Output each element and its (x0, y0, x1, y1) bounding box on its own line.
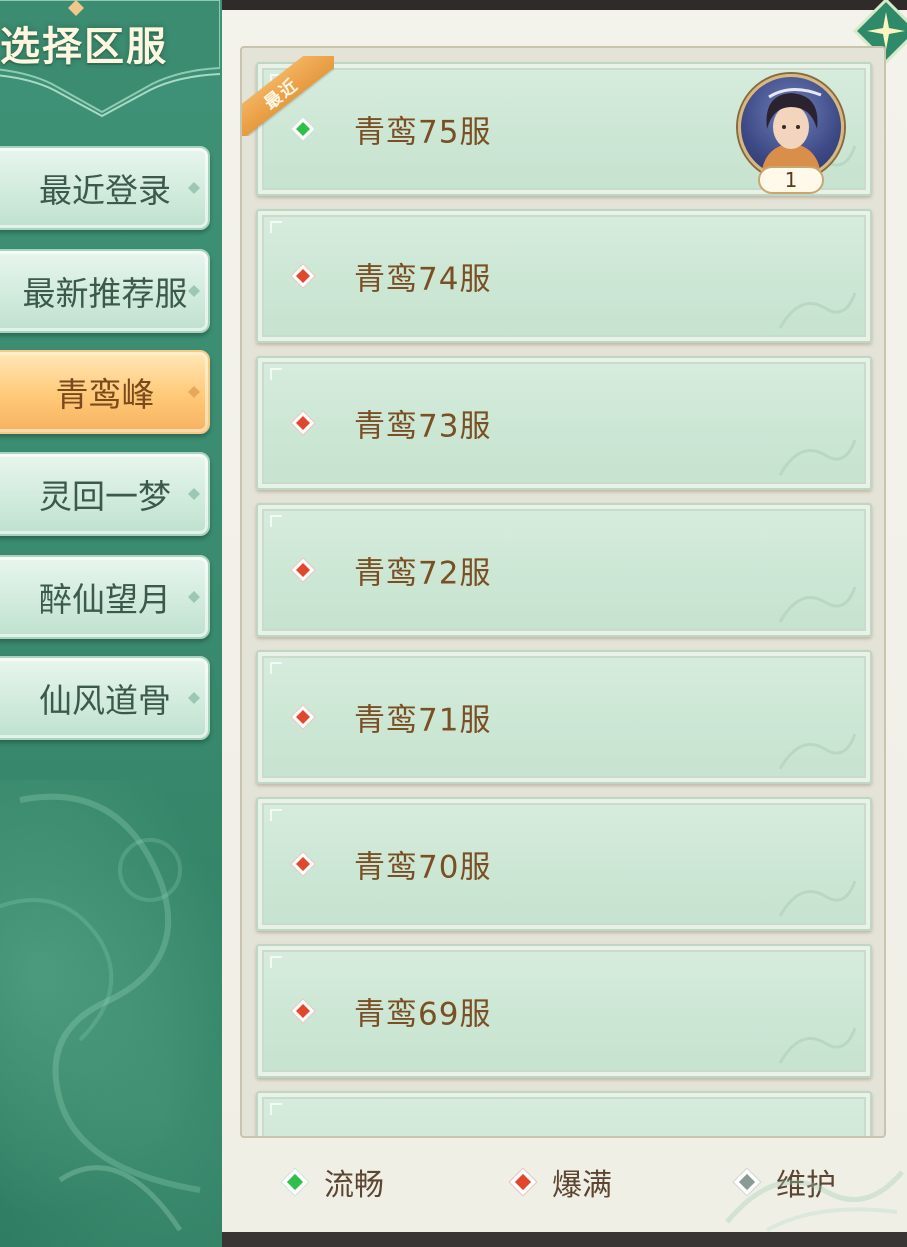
server-card-74[interactable]: 青鸾74服 (256, 209, 872, 343)
server-name: 青鸾70服 (354, 849, 492, 886)
status-full-icon (290, 998, 316, 1024)
server-card-partial[interactable] (256, 1091, 872, 1136)
server-card-75[interactable]: 青鸾75服 1 (256, 62, 872, 196)
knob-icon (188, 591, 200, 603)
category-zuixianwangyue[interactable]: 醉仙望月 (0, 555, 210, 639)
legend-maintenance: 维护 (732, 1162, 836, 1203)
bottom-edge (222, 1232, 907, 1247)
sidebar: 选择区服 最近登录 最新推荐服 青鸾峰 灵回一梦 醉仙望月 仙风道骨 (0, 0, 222, 1247)
server-card-72[interactable]: 青鸾72服 (256, 503, 872, 637)
category-label: 醉仙望月 (39, 580, 171, 619)
avatar (738, 74, 844, 180)
status-maintenance-icon (732, 1167, 762, 1197)
category-linghuiyimeng[interactable]: 灵回一梦 (0, 452, 210, 536)
legend-smooth: 流畅 (280, 1162, 384, 1203)
server-name: 青鸾69服 (354, 996, 492, 1033)
knob-icon (188, 692, 200, 704)
status-full-icon (290, 704, 316, 730)
server-card-73[interactable]: 青鸾73服 (256, 356, 872, 490)
category-label: 灵回一梦 (39, 477, 171, 516)
corner-ornament (270, 368, 282, 380)
page-title: 选择区服 (0, 23, 168, 70)
corner-ornament (270, 809, 282, 821)
cloud-ornament (778, 439, 857, 476)
category-label: 最新推荐服 (22, 274, 188, 313)
legend-full: 爆满 (508, 1162, 612, 1203)
corner-ornament (270, 1103, 282, 1115)
category-label: 仙风道骨 (39, 681, 171, 720)
corner-ornament (270, 956, 282, 968)
category-xianfengdaogu[interactable]: 仙风道骨 (0, 656, 210, 740)
status-full-icon (290, 557, 316, 583)
corner-ornament (270, 515, 282, 527)
legend-label: 维护 (776, 1168, 836, 1203)
recent-ribbon: 最近 (242, 56, 334, 136)
server-name: 青鸾72服 (354, 555, 492, 592)
knob-icon (188, 386, 200, 398)
knob-icon (188, 182, 200, 194)
server-card-71[interactable]: 青鸾71服 (256, 650, 872, 784)
knob-icon (188, 285, 200, 297)
cloud-ornament (778, 586, 857, 623)
character-avatar[interactable]: 1 (738, 74, 844, 194)
legend-label: 爆满 (552, 1168, 612, 1203)
category-qingluanfeng[interactable]: 青鸾峰 (0, 350, 210, 434)
cloud-swirl-decoration (0, 793, 201, 1232)
server-name: 青鸾74服 (354, 261, 492, 298)
recent-tag: 最近 (242, 56, 334, 136)
knob-icon (188, 488, 200, 500)
cloud-ornament (778, 292, 857, 329)
status-full-icon (290, 263, 316, 289)
legend-label: 流畅 (324, 1168, 384, 1203)
category-label: 最近登录 (39, 171, 171, 210)
server-panel: 青鸾75服 1 最近 青鸾74服 青鸾73服 青鸾72服 青鸾71服 青鸾70服… (222, 0, 907, 1232)
category-recent-login[interactable]: 最近登录 (0, 146, 210, 230)
cloud-ornament (778, 733, 857, 770)
corner-ornament (270, 221, 282, 233)
cloud-ornament (778, 1027, 857, 1064)
server-card-69[interactable]: 青鸾69服 (256, 944, 872, 1078)
top-edge (222, 0, 907, 10)
status-full-icon (508, 1167, 538, 1197)
category-newest-recommended[interactable]: 最新推荐服 (0, 249, 210, 333)
corner-ornament (270, 662, 282, 674)
status-full-icon (290, 851, 316, 877)
server-list[interactable]: 青鸾75服 1 最近 青鸾74服 青鸾73服 青鸾72服 青鸾71服 青鸾70服… (240, 46, 886, 1138)
category-label: 青鸾峰 (55, 375, 155, 414)
status-smooth-icon (280, 1167, 310, 1197)
server-name: 青鸾71服 (354, 702, 492, 739)
status-full-icon (290, 410, 316, 436)
cloud-ornament (778, 880, 857, 917)
server-name: 青鸾75服 (354, 114, 492, 151)
server-card-70[interactable]: 青鸾70服 (256, 797, 872, 931)
character-count-badge: 1 (758, 166, 824, 194)
character-portrait-icon (761, 88, 822, 177)
server-name: 青鸾73服 (354, 408, 492, 445)
